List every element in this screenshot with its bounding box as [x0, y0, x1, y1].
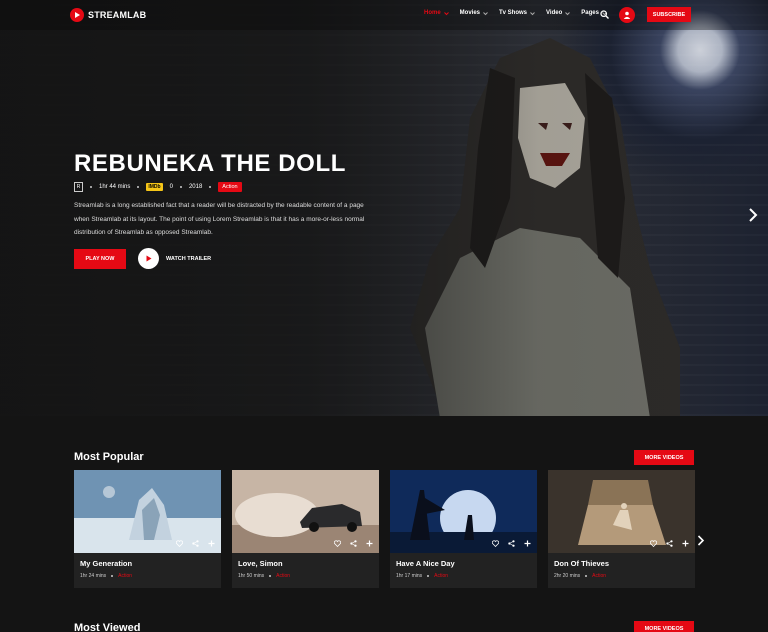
top-navbar: STREAMLAB Home Movies Tv Shows Video Pag… [0, 0, 768, 30]
watch-trailer-button[interactable]: WATCH TRAILER [138, 248, 211, 269]
main-nav: Home Movies Tv Shows Video Pages [424, 10, 607, 16]
movie-info: 1hr 24 mins Action [80, 573, 132, 579]
chevron-right-icon[interactable] [748, 208, 758, 222]
movie-genre: Action [434, 573, 449, 579]
movie-card[interactable]: Have A Nice Day 1hr 17 mins Action [390, 470, 537, 588]
plus-icon[interactable] [208, 540, 215, 547]
more-videos-button[interactable]: MORE VIDEOS [634, 450, 694, 465]
separator-dot [585, 575, 588, 577]
nav-item-home[interactable]: Home [424, 10, 449, 16]
movie-duration: 1hr 24 mins [80, 573, 107, 579]
subscribe-button[interactable]: SUBSCRIBE [647, 7, 691, 22]
hero-year: 2018 [188, 184, 203, 190]
card-actions [334, 540, 373, 547]
chevron-down-icon [565, 11, 571, 15]
plus-icon[interactable] [682, 540, 689, 547]
movie-info: 1hr 50 mins Action [238, 573, 290, 579]
movie-genre: Action [592, 573, 607, 579]
nav-item-tv-shows[interactable]: Tv Shows [499, 10, 535, 16]
movie-genre: Action [118, 573, 133, 579]
imdb-score: 0 [169, 184, 173, 190]
play-icon [70, 8, 84, 22]
nav-item-label: Home [424, 10, 441, 16]
movie-title: My Generation [80, 559, 133, 568]
movie-duration: 1hr 50 mins [238, 573, 265, 579]
logo[interactable]: STREAMLAB [70, 8, 146, 22]
separator-dot [179, 186, 182, 188]
movie-card[interactable]: Don Of Thieves 2hr 20 mins Action [548, 470, 695, 588]
share-icon[interactable] [666, 540, 673, 547]
play-icon [138, 248, 159, 269]
movie-title: Don Of Thieves [554, 559, 610, 568]
separator-dot [427, 575, 430, 577]
nav-item-movies[interactable]: Movies [460, 10, 488, 16]
nav-item-label: Video [546, 10, 563, 16]
chevron-right-icon[interactable] [697, 535, 705, 546]
play-now-button[interactable]: PLAY NOW [74, 249, 126, 269]
nav-item-label: Movies [459, 10, 481, 16]
user-icon[interactable] [619, 7, 635, 23]
movie-title: Love, Simon [238, 559, 283, 568]
watch-trailer-label: WATCH TRAILER [166, 255, 212, 262]
heart-icon[interactable] [492, 540, 499, 547]
plus-icon[interactable] [366, 540, 373, 547]
movie-info: 1hr 17 mins Action [396, 573, 448, 579]
chevron-down-icon [483, 11, 488, 15]
hero-duration: 1hr 44 mins [99, 184, 131, 190]
age-rating-badge: R [74, 182, 83, 192]
nav-item-label: Tv Shows [499, 10, 528, 16]
share-icon[interactable] [350, 540, 357, 547]
chevron-down-icon [530, 11, 535, 15]
separator-dot [111, 575, 114, 577]
separator-dot [209, 186, 212, 188]
card-actions [650, 540, 689, 547]
separator-dot [269, 575, 272, 577]
hero-title: REBUNEKA THE DOLL [74, 150, 346, 177]
movie-duration: 1hr 17 mins [396, 573, 423, 579]
card-actions [176, 540, 215, 547]
genre-badge: Action [218, 182, 242, 192]
nav-item-video[interactable]: Video [546, 10, 571, 16]
search-icon[interactable] [600, 10, 609, 19]
movie-genre: Action [276, 573, 291, 579]
card-actions [492, 540, 531, 547]
movie-duration: 2hr 20 mins [554, 573, 581, 579]
separator-dot [90, 186, 92, 188]
share-icon[interactable] [192, 540, 199, 547]
section-title-most-viewed: Most Viewed [74, 622, 141, 632]
heart-icon[interactable] [650, 540, 657, 547]
section-title-most-popular: Most Popular [74, 451, 144, 463]
more-videos-button[interactable]: MORE VIDEOS [634, 621, 694, 632]
movie-title: Have A Nice Day [396, 559, 455, 568]
movie-info: 2hr 20 mins Action [554, 573, 606, 579]
separator-dot [137, 186, 140, 188]
movie-card[interactable]: Love, Simon 1hr 50 mins Action [232, 470, 379, 588]
chevron-down-icon [443, 11, 449, 15]
share-icon[interactable] [508, 540, 515, 547]
heart-icon[interactable] [176, 540, 183, 547]
heart-icon[interactable] [334, 540, 341, 547]
logo-text: STREAMLAB [88, 10, 147, 20]
plus-icon[interactable] [524, 540, 531, 547]
hero-meta: R 1hr 44 mins IMDb 0 2018 Action [74, 182, 242, 192]
nav-item-label: Pages [581, 10, 599, 16]
movie-card[interactable]: My Generation 1hr 24 mins Action [74, 470, 221, 588]
imdb-badge: IMDb [146, 183, 163, 191]
hero-description: Streamlab is a long established fact tha… [74, 202, 365, 236]
